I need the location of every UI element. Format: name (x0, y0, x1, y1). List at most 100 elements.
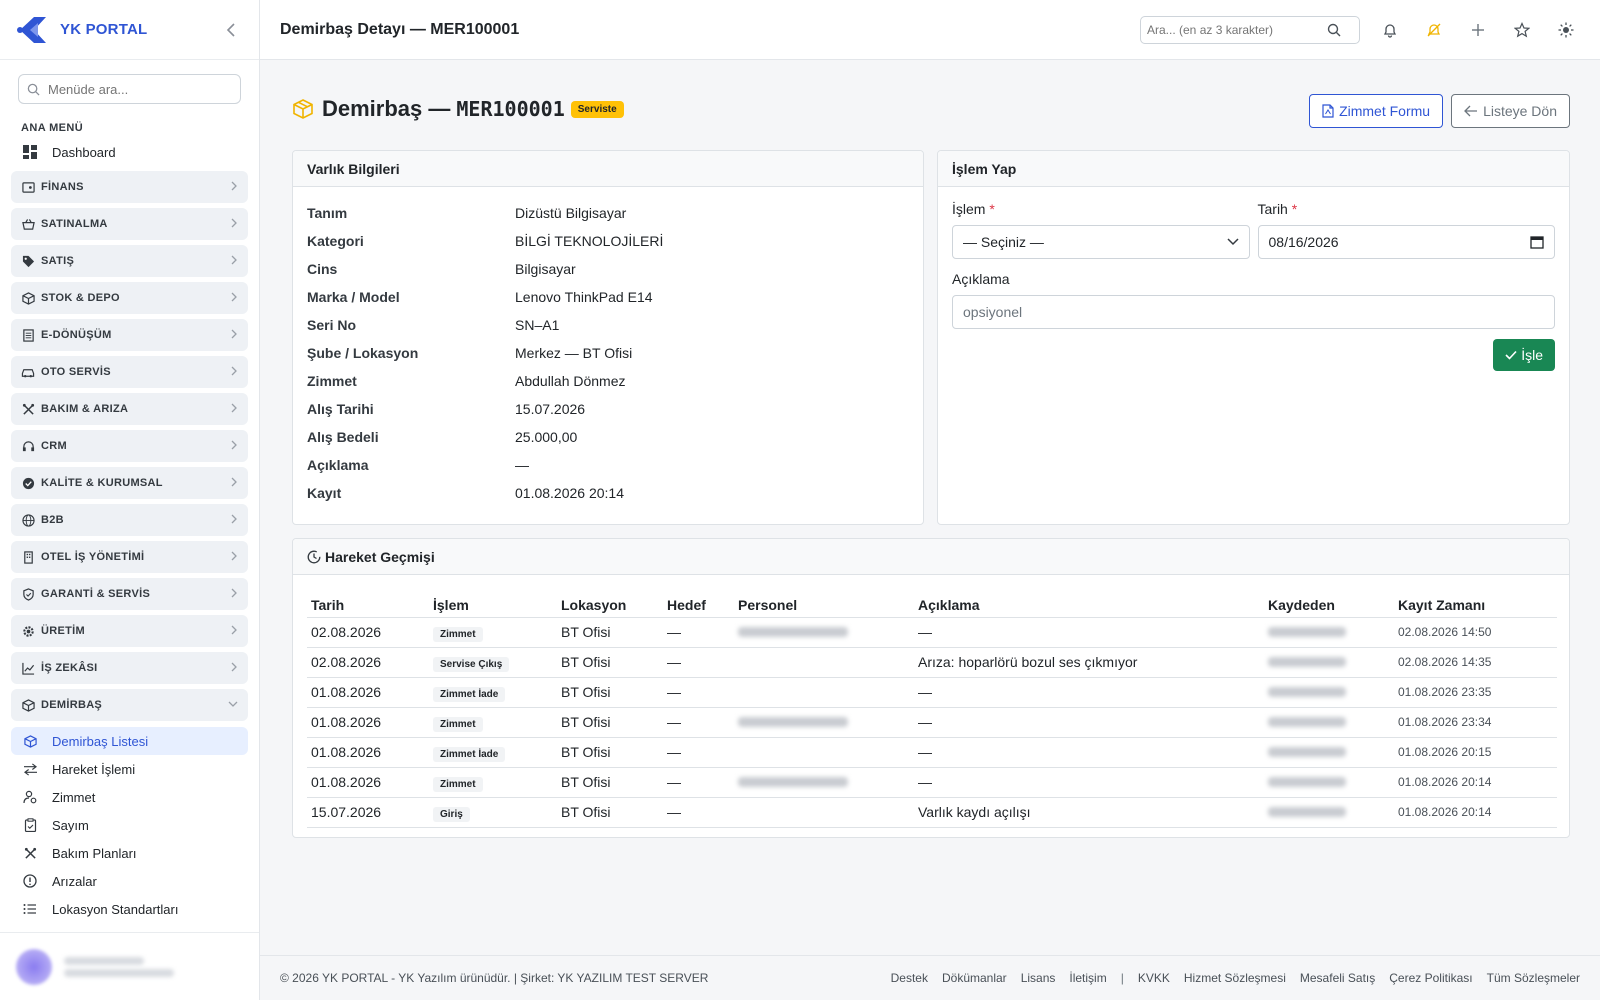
main-content: Demirbaş — MER100001 Serviste Zimmet For… (260, 60, 1600, 955)
info-key: Tanım (307, 205, 348, 221)
sidebar-subitem-3[interactable]: Sayım (0, 811, 259, 839)
assignment-form-button[interactable]: Zimmet Formu (1309, 94, 1444, 128)
cell-record-time: 01.08.2026 23:34 (1394, 707, 1557, 738)
chevron-right-icon (230, 661, 238, 675)
cell-person (734, 767, 914, 798)
cell-person (734, 677, 914, 708)
submit-button[interactable]: İşle (1493, 339, 1555, 371)
arrow-left-icon (1464, 105, 1478, 117)
sidebar-group-3[interactable]: STOK & DEPO (11, 282, 248, 314)
footer-link[interactable]: İletişim (1069, 971, 1106, 985)
sidebar-group-7[interactable]: CRM (11, 430, 248, 462)
table-row: 02.08.2026 Servise Çıkış BT Ofisi — Arıza: h… (307, 647, 1557, 678)
info-row: Alış Tarihi 15.07.2026 (307, 395, 909, 423)
sidebar-group-label: KALİTE & KURUMSAL (41, 477, 163, 489)
sidebar-group-8[interactable]: KALİTE & KURUMSAL (11, 467, 248, 499)
footer-link[interactable]: Destek (891, 971, 928, 985)
sidebar-group-5[interactable]: OTO SERVİS (11, 356, 248, 388)
col-recorder: Kaydeden (1264, 589, 1394, 618)
chevron-down-icon (1226, 238, 1239, 246)
sidebar-group-13[interactable]: İŞ ZEKÂSI (11, 652, 248, 684)
chevron-right-icon (230, 550, 238, 564)
cell-date: 02.08.2026 (307, 617, 429, 648)
sidebar-subitem-1[interactable]: Hareket İşlemi (0, 755, 259, 783)
cell-operation: Zimmet İade (429, 737, 557, 768)
cell-description: — (914, 707, 1264, 738)
date-label: Tarih * (1257, 201, 1298, 217)
mute-notifications-button[interactable] (1420, 16, 1448, 44)
back-to-list-button[interactable]: Listeye Dön (1451, 94, 1570, 128)
redacted-recorder (1268, 807, 1346, 817)
operation-badge: Giriş (433, 807, 470, 822)
sidebar-group-11[interactable]: GARANTİ & SERVİS (11, 578, 248, 610)
sidebar-group-10[interactable]: OTEL İŞ YÖNETİMİ (11, 541, 248, 573)
global-search[interactable] (1140, 15, 1360, 44)
table-row: 01.08.2026 Zimmet İade BT Ofisi — —01.08.202… (307, 737, 1557, 768)
menu-search-input[interactable] (48, 81, 228, 97)
global-search-input[interactable] (1147, 22, 1327, 37)
notifications-button[interactable] (1376, 16, 1404, 44)
sidebar-subitem-4[interactable]: Bakım Planları (0, 839, 259, 867)
sidebar-group-0[interactable]: FİNANS (11, 171, 248, 203)
collapse-sidebar-button[interactable] (219, 18, 243, 42)
cell-record-time: 02.08.2026 14:50 (1394, 617, 1557, 648)
page-title: Demirbaş Detayı — MER100001 (280, 20, 520, 38)
chevron-right-icon (230, 254, 238, 268)
sidebar-subitem-6[interactable]: Lokasyon Standartları (0, 895, 259, 923)
calendar-icon[interactable] (1530, 235, 1544, 249)
user-profile[interactable] (0, 932, 259, 1000)
redacted-recorder (1268, 777, 1346, 787)
description-input[interactable]: opsiyonel (952, 295, 1555, 329)
footer-link[interactable]: Dökümanlar (942, 971, 1007, 985)
sidebar-subitem-label: Bakım Planları (52, 845, 137, 861)
sidebar-group-4[interactable]: E-DÖNÜŞÜM (11, 319, 248, 351)
footer-link[interactable]: Hizmet Sözleşmesi (1184, 971, 1286, 985)
sidebar-group-label: SATINALMA (41, 218, 108, 230)
footer-link[interactable]: Mesafeli Satış (1300, 971, 1375, 985)
building-icon (21, 550, 35, 564)
info-key: Kategori (307, 233, 364, 249)
submit-label: İşle (1521, 347, 1543, 363)
sidebar-group-6[interactable]: BAKIM & ARIZA (11, 393, 248, 425)
cell-date: 01.08.2026 (307, 767, 429, 798)
info-value: 01.08.2026 20:14 (515, 485, 624, 501)
footer-link[interactable]: Lisans (1021, 971, 1056, 985)
cell-operation: Zimmet İade (429, 677, 557, 708)
cell-description: Varlık kaydı açılışı (914, 797, 1264, 828)
footer-link[interactable]: Tüm Sözleşmeler (1487, 971, 1580, 985)
sidebar-group-2[interactable]: SATIŞ (11, 245, 248, 277)
info-key: Açıklama (307, 457, 369, 473)
favorites-button[interactable] (1508, 16, 1536, 44)
document-icon (21, 328, 35, 342)
info-value: 25.000,00 (515, 429, 578, 445)
sidebar-item-dashboard[interactable]: Dashboard (0, 138, 259, 166)
footer-link[interactable]: KVKK (1138, 971, 1170, 985)
cell-recorder (1264, 617, 1394, 648)
cell-location: BT Ofisi (557, 737, 663, 768)
info-row: Kayıt 01.08.2026 20:14 (307, 479, 909, 507)
sidebar-group-1[interactable]: SATINALMA (11, 208, 248, 240)
history-table: Tarih İşlem Lokasyon Hedef Personel Açık… (307, 589, 1557, 828)
col-location: Lokasyon (557, 589, 663, 618)
sidebar-subitem-5[interactable]: Arızalar (0, 867, 259, 895)
add-button[interactable] (1464, 16, 1492, 44)
cell-record-time: 02.08.2026 14:35 (1394, 647, 1557, 678)
cell-date: 01.08.2026 (307, 707, 429, 738)
info-key: Kayıt (307, 485, 342, 501)
action-form: İşlem * — Seçiniz — Tarih * 08/16/2026 A… (938, 187, 1569, 343)
date-input[interactable]: 08/16/2026 (1257, 225, 1555, 259)
theme-toggle-button[interactable] (1552, 16, 1580, 44)
sidebar-group-9[interactable]: B2B (11, 504, 248, 536)
box-icon (21, 291, 35, 305)
sidebar-group-12[interactable]: ÜRETİM (11, 615, 248, 647)
info-key: Şube / Lokasyon (307, 345, 419, 361)
menu-search[interactable] (18, 74, 241, 104)
sidebar-subitem-2[interactable]: Zimmet (0, 783, 259, 811)
operation-select[interactable]: — Seçiniz — (952, 225, 1250, 259)
footer-link[interactable]: Çerez Politikası (1389, 971, 1472, 985)
cell-record-time: 01.08.2026 20:15 (1394, 737, 1557, 768)
chart-icon (21, 661, 35, 675)
sidebar-group-demirbas[interactable]: DEMİRBAŞ (11, 689, 248, 721)
info-key: Marka / Model (307, 289, 400, 305)
sidebar-subitem-0[interactable]: Demirbaş Listesi (11, 727, 248, 755)
